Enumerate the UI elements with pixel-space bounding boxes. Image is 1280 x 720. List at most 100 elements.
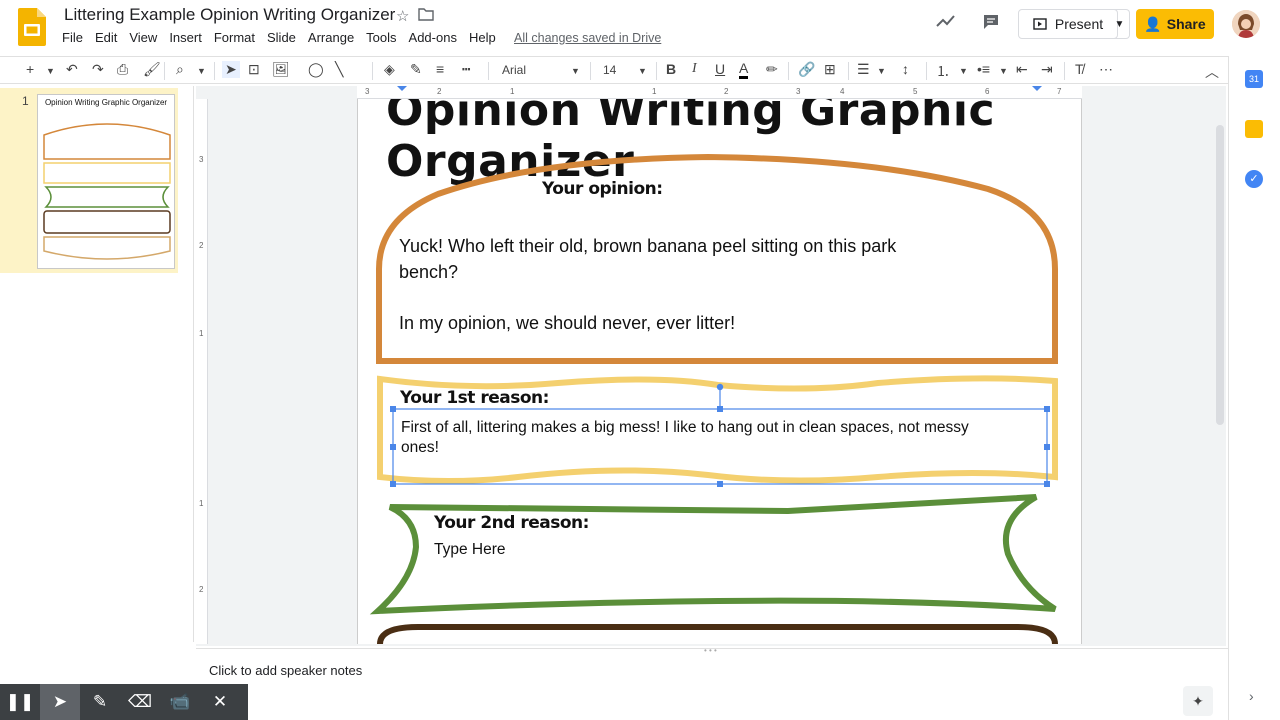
opinion-text-line3[interactable]: In my opinion, we should never, ever lit…	[399, 310, 735, 336]
pointer-tool-icon[interactable]: ➤	[40, 684, 80, 720]
expand-panel-icon[interactable]: ›	[1249, 688, 1254, 704]
pause-icon[interactable]: ❚❚	[0, 692, 40, 712]
reason1-label[interactable]: Your 1st reason:	[400, 388, 549, 408]
slide-thumbnail[interactable]: Opinion Writing Graphic Organizer	[37, 94, 175, 269]
star-icon[interactable]: ☆	[396, 7, 409, 25]
document-title[interactable]: Littering Example Opinion Writing Organi…	[64, 5, 395, 25]
reason2-text[interactable]: Type Here	[434, 541, 506, 559]
move-folder-icon[interactable]	[418, 7, 434, 25]
tasks-icon[interactable]: ✓	[1245, 170, 1263, 188]
line-tool-icon[interactable]: ╲	[335, 61, 343, 78]
border-weight-icon[interactable]: ≡	[436, 61, 444, 77]
slide-number: 1	[22, 94, 29, 108]
speaker-notes-placeholder[interactable]: Click to add speaker notes	[209, 663, 362, 678]
zoom-dropdown-icon[interactable]: ▼	[197, 66, 206, 76]
thumbnail-title: Opinion Writing Graphic Organizer	[44, 98, 168, 107]
bold-icon[interactable]: B	[666, 61, 676, 77]
vertical-ruler: 3 2 1 1 2	[196, 99, 208, 644]
underline-icon[interactable]: U	[715, 61, 725, 77]
new-slide-icon[interactable]: +	[26, 61, 34, 77]
reason1-text-line2[interactable]: ones!	[401, 438, 439, 458]
bulleted-list-icon[interactable]: •≡	[977, 61, 990, 77]
redo-icon[interactable]: ↷	[92, 61, 104, 78]
pen-tool-icon[interactable]: ✎	[80, 692, 120, 712]
increase-indent-icon[interactable]: ⇥	[1041, 61, 1053, 78]
reason2-label[interactable]: Your 2nd reason:	[434, 513, 589, 533]
present-button[interactable]: Present	[1018, 9, 1118, 39]
menu-arrange[interactable]: Arrange	[308, 30, 361, 45]
align-icon[interactable]: ☰	[857, 61, 870, 78]
explore-icon: ✦	[1192, 692, 1204, 709]
border-dash-icon[interactable]: ┅	[462, 61, 470, 78]
explore-button[interactable]: ✦	[1183, 686, 1213, 716]
font-dropdown-icon[interactable]: ▼	[571, 66, 580, 76]
menu-tools[interactable]: Tools	[366, 30, 403, 45]
comments-icon[interactable]	[982, 13, 1000, 36]
slides-logo-icon[interactable]	[18, 8, 46, 46]
keep-icon[interactable]	[1245, 120, 1263, 138]
menu-bar: File Edit View Insert Format Slide Arran…	[62, 30, 508, 45]
collapse-toolbar-icon[interactable]: ︿	[1205, 62, 1219, 82]
line-spacing-icon[interactable]: ↕	[902, 61, 909, 77]
numbered-list-dropdown-icon[interactable]: ▼	[959, 66, 968, 76]
close-icon[interactable]: ✕	[200, 692, 240, 712]
add-comment-icon[interactable]: ⊞	[824, 61, 836, 78]
menu-addons[interactable]: Add-ons	[409, 30, 464, 45]
more-options-icon[interactable]: ⋯	[1099, 61, 1113, 78]
eraser-tool-icon[interactable]: ⌫	[120, 692, 160, 712]
align-dropdown-icon[interactable]: ▼	[877, 66, 886, 76]
opinion-text-line1[interactable]: Yuck! Who left their old, brown banana p…	[399, 233, 896, 259]
clear-formatting-icon[interactable]: T̸	[1075, 61, 1084, 77]
highlight-color-icon[interactable]: ✏	[766, 61, 778, 78]
canvas-scrollbar[interactable]	[1216, 125, 1224, 425]
textbox-tool-icon[interactable]: ⊡	[248, 61, 260, 78]
calendar-icon[interactable]: 31	[1245, 70, 1263, 88]
person-icon: 👤	[1144, 15, 1162, 32]
camera-icon[interactable]: 📹	[160, 692, 200, 712]
activity-trend-icon[interactable]	[936, 13, 956, 34]
share-button[interactable]: 👤 Share	[1136, 9, 1214, 39]
link-icon[interactable]: 🔗	[798, 61, 815, 78]
menu-insert[interactable]: Insert	[169, 30, 209, 45]
menu-slide[interactable]: Slide	[267, 30, 303, 45]
new-slide-dropdown-icon[interactable]: ▼	[46, 66, 55, 76]
fill-color-icon[interactable]: ◈	[384, 61, 395, 78]
text-color-icon[interactable]: A	[739, 61, 749, 79]
notes-resize-handle[interactable]: • • •	[704, 646, 717, 655]
slide[interactable]: Opinion Writing Graphic Organizer Your o…	[357, 99, 1082, 644]
menu-help[interactable]: Help	[469, 30, 503, 45]
present-dropdown-button[interactable]: ▼	[1110, 9, 1130, 39]
undo-icon[interactable]: ↶	[66, 61, 78, 78]
border-color-icon[interactable]: ✎	[410, 61, 422, 78]
horizontal-ruler: 3 2 1 1 2 3 4 5 6 7	[357, 86, 1082, 99]
zoom-icon[interactable]: ⌕	[176, 61, 184, 78]
image-tool-icon[interactable]: 🖼	[272, 61, 290, 78]
opinion-text-line2[interactable]: bench?	[399, 259, 458, 285]
speaker-notes-pane[interactable]	[196, 648, 1228, 720]
decrease-indent-icon[interactable]: ⇤	[1016, 61, 1028, 78]
font-size-select[interactable]: 14	[603, 63, 616, 77]
menu-file[interactable]: File	[62, 30, 90, 45]
opinion-label[interactable]: Your opinion:	[542, 179, 663, 199]
thumbnail-shapes	[43, 123, 171, 260]
numbered-list-icon[interactable]: ⒈	[936, 61, 950, 81]
font-size-dropdown-icon[interactable]: ▼	[638, 66, 647, 76]
save-status[interactable]: All changes saved in Drive	[514, 31, 661, 45]
shape-tool-icon[interactable]: ◯	[308, 61, 324, 78]
font-family-select[interactable]: Arial	[502, 63, 526, 77]
select-tool-icon[interactable]: ➤	[222, 61, 240, 78]
recorder-toolbar: ❚❚ ➤ ✎ ⌫ 📹 ✕	[0, 684, 248, 720]
bulleted-list-dropdown-icon[interactable]: ▼	[999, 66, 1008, 76]
present-label: Present	[1054, 16, 1104, 32]
italic-icon[interactable]: I	[692, 61, 697, 77]
side-panel: 31 ✓ ›	[1228, 56, 1280, 720]
menu-view[interactable]: View	[129, 30, 164, 45]
reason1-text-line1[interactable]: First of all, littering makes a big mess…	[401, 418, 969, 438]
avatar[interactable]	[1232, 10, 1260, 38]
print-icon[interactable]: ⎙	[117, 61, 128, 78]
toolbar: + ▼ ↶ ↷ ⎙ 🖌 ⌕ ▼ ➤ ⊡ 🖼 ◯ ╲ ◈ ✎ ≡ ┅ Arial …	[0, 56, 1280, 84]
menu-format[interactable]: Format	[214, 30, 262, 45]
paint-format-icon[interactable]: 🖌	[143, 61, 161, 78]
menu-edit[interactable]: Edit	[95, 30, 124, 45]
present-icon	[1033, 18, 1047, 30]
